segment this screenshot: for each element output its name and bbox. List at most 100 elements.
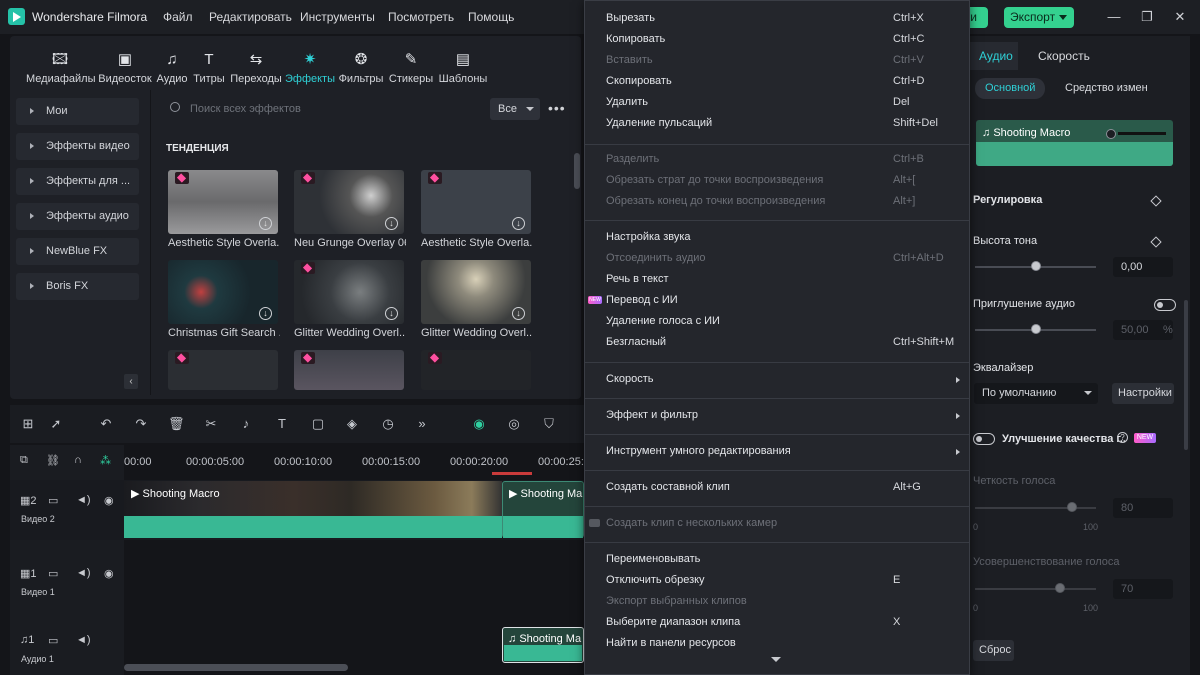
clarity-value-field[interactable]: 80: [1113, 498, 1173, 518]
toolbar-stock[interactable]: ▣ Видеосток: [98, 50, 152, 90]
eq-preset-select[interactable]: По умолчанию: [974, 383, 1098, 404]
snap-icon[interactable]: ⁂: [100, 454, 111, 467]
enhance-toggle[interactable]: [973, 433, 995, 445]
context-menu-item[interactable]: Удалить: [606, 96, 648, 108]
download-icon[interactable]: ↓: [259, 307, 272, 320]
effect-thumbnail[interactable]: [168, 350, 278, 390]
menu-file[interactable]: Файл: [163, 10, 193, 24]
category-item[interactable]: Boris FX: [16, 273, 139, 300]
context-menu-item[interactable]: Скопировать: [606, 75, 672, 87]
improve-slider[interactable]: [975, 588, 1096, 590]
filter-dropdown[interactable]: Все: [490, 98, 540, 120]
context-menu-item[interactable]: Копировать: [606, 33, 665, 45]
category-item[interactable]: Мои: [16, 98, 139, 125]
effect-thumbnail[interactable]: ↓: [294, 170, 404, 234]
volume-icon[interactable]: ◄): [76, 634, 91, 646]
scroll-down-icon[interactable]: [771, 657, 781, 662]
volume-icon[interactable]: ◄): [76, 567, 91, 579]
context-menu-item[interactable]: Найти в панели ресурсов: [606, 637, 736, 649]
eye-icon[interactable]: ◉: [104, 567, 114, 580]
effect-thumbnail[interactable]: [294, 350, 404, 390]
context-menu-item[interactable]: Перевод с ИИ: [606, 294, 678, 306]
effect-thumbnail[interactable]: ↓: [294, 260, 404, 324]
cut-icon[interactable]: ✂: [203, 416, 219, 432]
audio-edit-icon[interactable]: ♪: [238, 416, 254, 432]
context-menu-item[interactable]: Вырезать: [606, 12, 655, 24]
marker-icon[interactable]: ⛉: [541, 416, 557, 432]
folder-icon[interactable]: ▭: [48, 567, 58, 580]
toolbar-stickers[interactable]: ✎ Стикеры: [388, 50, 434, 90]
redo-icon[interactable]: ↷: [133, 416, 149, 432]
toolbar-titles[interactable]: T Титры: [192, 50, 226, 90]
render-preview-icon[interactable]: ◎: [506, 416, 522, 432]
ai-assistant-icon[interactable]: ◉: [471, 416, 487, 432]
crop-icon[interactable]: ▢: [310, 416, 326, 432]
context-menu-item[interactable]: Удаление пульсаций: [606, 117, 712, 129]
improve-slider-knob[interactable]: [1055, 583, 1065, 593]
tab-audio[interactable]: Аудио: [970, 42, 1018, 70]
folder-icon[interactable]: ▭: [48, 494, 58, 507]
category-item[interactable]: Эффекты видео: [16, 133, 139, 160]
toolbar-audio[interactable]: ♫ Аудио: [155, 50, 189, 90]
playhead-range[interactable]: [492, 472, 532, 475]
context-menu-item[interactable]: Эффект и фильтр: [606, 409, 698, 421]
minimize-icon[interactable]: —: [1106, 9, 1122, 25]
clarity-slider[interactable]: [975, 507, 1096, 509]
toolbar-filters[interactable]: ❂ Фильтры: [338, 50, 384, 90]
subtab-basic[interactable]: Основной: [975, 78, 1045, 99]
delete-icon[interactable]: 🗑: [168, 416, 185, 432]
magnet-icon[interactable]: ∩: [74, 454, 82, 466]
ducking-toggle[interactable]: [1154, 299, 1176, 311]
effect-thumbnail[interactable]: ↓: [421, 260, 531, 324]
effect-thumbnail[interactable]: ↓: [168, 260, 278, 324]
folder-icon[interactable]: ▭: [48, 634, 58, 647]
undo-icon[interactable]: ↶: [98, 416, 114, 432]
context-menu-item[interactable]: Отключить обрезку: [606, 574, 705, 586]
category-item[interactable]: Эффекты аудио: [16, 203, 139, 230]
close-icon[interactable]: ✕: [1172, 9, 1188, 25]
category-item[interactable]: Эффекты для ...: [16, 168, 139, 195]
effect-thumbnail[interactable]: ↓: [168, 170, 278, 234]
add-track-icon[interactable]: ⧉: [20, 454, 28, 467]
menu-tools[interactable]: Инструменты: [300, 10, 375, 24]
speed-icon[interactable]: ◷: [380, 416, 396, 432]
pitch-slider-knob[interactable]: [1031, 261, 1041, 271]
toolbar-effects[interactable]: ✷ Эффекты: [285, 50, 335, 90]
context-menu-item[interactable]: Речь в текст: [606, 273, 669, 285]
improve-value-field[interactable]: 70: [1113, 579, 1173, 599]
context-menu-item[interactable]: Создать составной клип: [606, 481, 730, 493]
volume-keyframe-knob[interactable]: [1106, 129, 1116, 139]
pitch-value-field[interactable]: 0,00: [1113, 257, 1173, 277]
download-icon[interactable]: ↓: [385, 307, 398, 320]
volume-icon[interactable]: ◄): [76, 494, 91, 506]
context-menu-item[interactable]: Удаление голоса с ИИ: [606, 315, 720, 327]
download-icon[interactable]: ↓: [385, 217, 398, 230]
toolbar-templates[interactable]: ▤ Шаблоны: [437, 50, 489, 90]
context-menu-item[interactable]: Переименовывать: [606, 553, 700, 565]
download-icon[interactable]: ↓: [259, 217, 272, 230]
context-menu-item[interactable]: Выберите диапазон клипа: [606, 616, 740, 628]
clarity-slider-knob[interactable]: [1067, 502, 1077, 512]
menu-view[interactable]: Посмотреть: [388, 10, 454, 24]
restore-icon[interactable]: ❐: [1139, 9, 1155, 25]
text-tool-icon[interactable]: T: [274, 416, 290, 432]
timeline-scrollbar[interactable]: [124, 664, 348, 671]
more-tools-icon[interactable]: »: [414, 416, 430, 432]
context-menu-item[interactable]: Настройка звука: [606, 231, 691, 243]
eye-icon[interactable]: ◉: [104, 494, 114, 507]
tab-speed[interactable]: Скорость: [1038, 49, 1090, 63]
download-icon[interactable]: ↓: [512, 217, 525, 230]
select-pointer-icon[interactable]: ➚: [48, 416, 64, 432]
toolbar-media[interactable]: 🖾 Медиафайлы: [26, 50, 95, 90]
menu-edit[interactable]: Редактировать: [209, 10, 292, 24]
link-icon[interactable]: ⛓: [46, 454, 60, 467]
menu-help[interactable]: Помощь: [468, 10, 514, 24]
help-icon[interactable]: ?: [1117, 432, 1128, 443]
more-options-icon[interactable]: •••: [548, 100, 566, 116]
context-menu-item[interactable]: Безгласный: [606, 336, 666, 348]
mask-icon[interactable]: ◈: [344, 416, 360, 432]
eq-settings-button[interactable]: Настройки: [1112, 383, 1174, 404]
context-menu-item[interactable]: Скорость: [606, 373, 654, 385]
effects-scrollbar[interactable]: [574, 153, 580, 189]
ducking-slider-knob[interactable]: [1031, 324, 1041, 334]
